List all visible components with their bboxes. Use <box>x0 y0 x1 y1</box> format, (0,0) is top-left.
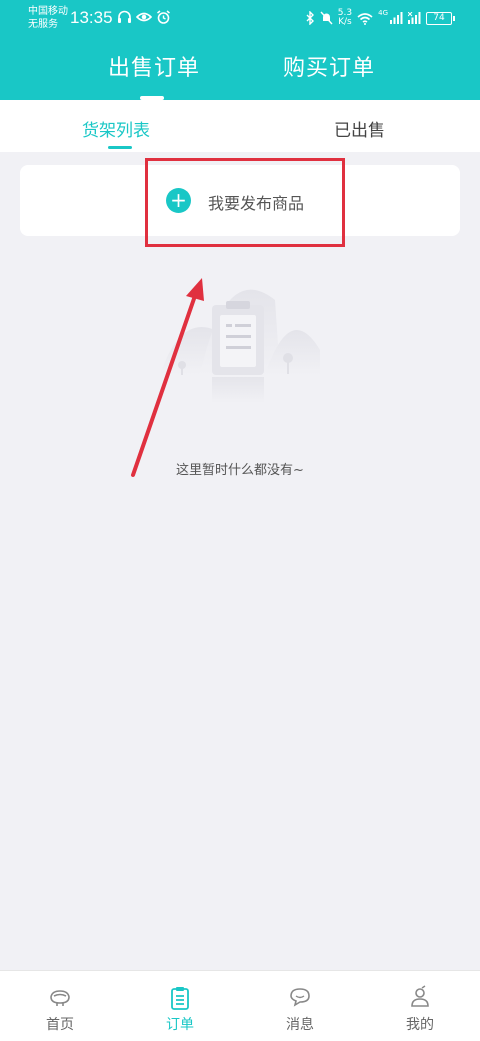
tab-buy-orders[interactable]: 购买订单 <box>283 50 375 82</box>
signal-no-service-icon <box>408 12 421 24</box>
carrier-info: 中国移动 无服务 <box>28 5 68 31</box>
main-tabs: 出售订单 购买订单 <box>0 50 480 86</box>
status-time: 13:35 <box>70 8 113 27</box>
nav-orders-label: 订单 <box>166 1017 194 1033</box>
nav-orders[interactable]: 订单 <box>120 971 240 1041</box>
order-clipboard-icon <box>171 987 189 1010</box>
bottom-nav: 首页 订单 消息 我的 <box>0 970 480 1041</box>
status-right-icons: 5.3 K/s 4G 74 <box>306 9 455 27</box>
empty-state-text: 这里暂时什么都没有~ <box>176 463 304 478</box>
status-left-icons <box>117 10 171 24</box>
net-speed: 5.3 K/s <box>338 9 352 27</box>
signal-icon <box>390 12 403 24</box>
sub-tab-indicator <box>108 146 132 149</box>
nav-home-label: 首页 <box>46 1017 74 1033</box>
bluetooth-icon <box>306 11 314 25</box>
net-speed-unit: K/s <box>338 17 352 27</box>
network-type-label: 4G <box>378 9 388 17</box>
nav-messages-label: 消息 <box>286 1017 314 1033</box>
alarm-icon <box>157 10 170 24</box>
carrier-name: 中国移动 <box>28 6 68 17</box>
tab-shelf-list[interactable]: 货架列表 <box>82 116 150 141</box>
tab-sell-orders[interactable]: 出售订单 <box>108 50 200 82</box>
profile-icon <box>411 985 429 1007</box>
sub-tabs: 货架列表 已出售 <box>0 100 480 152</box>
headphones-icon <box>118 10 131 23</box>
annotation-highlight-box <box>145 158 345 247</box>
eye-icon <box>136 12 152 22</box>
tab-sold[interactable]: 已出售 <box>334 116 385 141</box>
battery-indicator: 74 <box>426 11 455 25</box>
header: 中国移动 无服务 13:35 5.3 K/s 4G 74 出售订单 购买订单 <box>0 0 480 100</box>
nav-profile-label: 我的 <box>406 1017 434 1033</box>
nav-messages[interactable]: 消息 <box>240 971 360 1041</box>
message-icon <box>290 988 310 1007</box>
annotation-arrow <box>131 278 204 477</box>
home-icon <box>50 990 70 1006</box>
status-bar: 中国移动 无服务 13:35 5.3 K/s 4G 74 <box>0 0 480 36</box>
carrier-status: 无服务 <box>28 19 58 30</box>
wifi-icon <box>357 12 373 25</box>
nav-profile[interactable]: 我的 <box>360 971 480 1041</box>
nav-home[interactable]: 首页 <box>0 971 120 1041</box>
mute-bell-icon <box>320 11 333 25</box>
